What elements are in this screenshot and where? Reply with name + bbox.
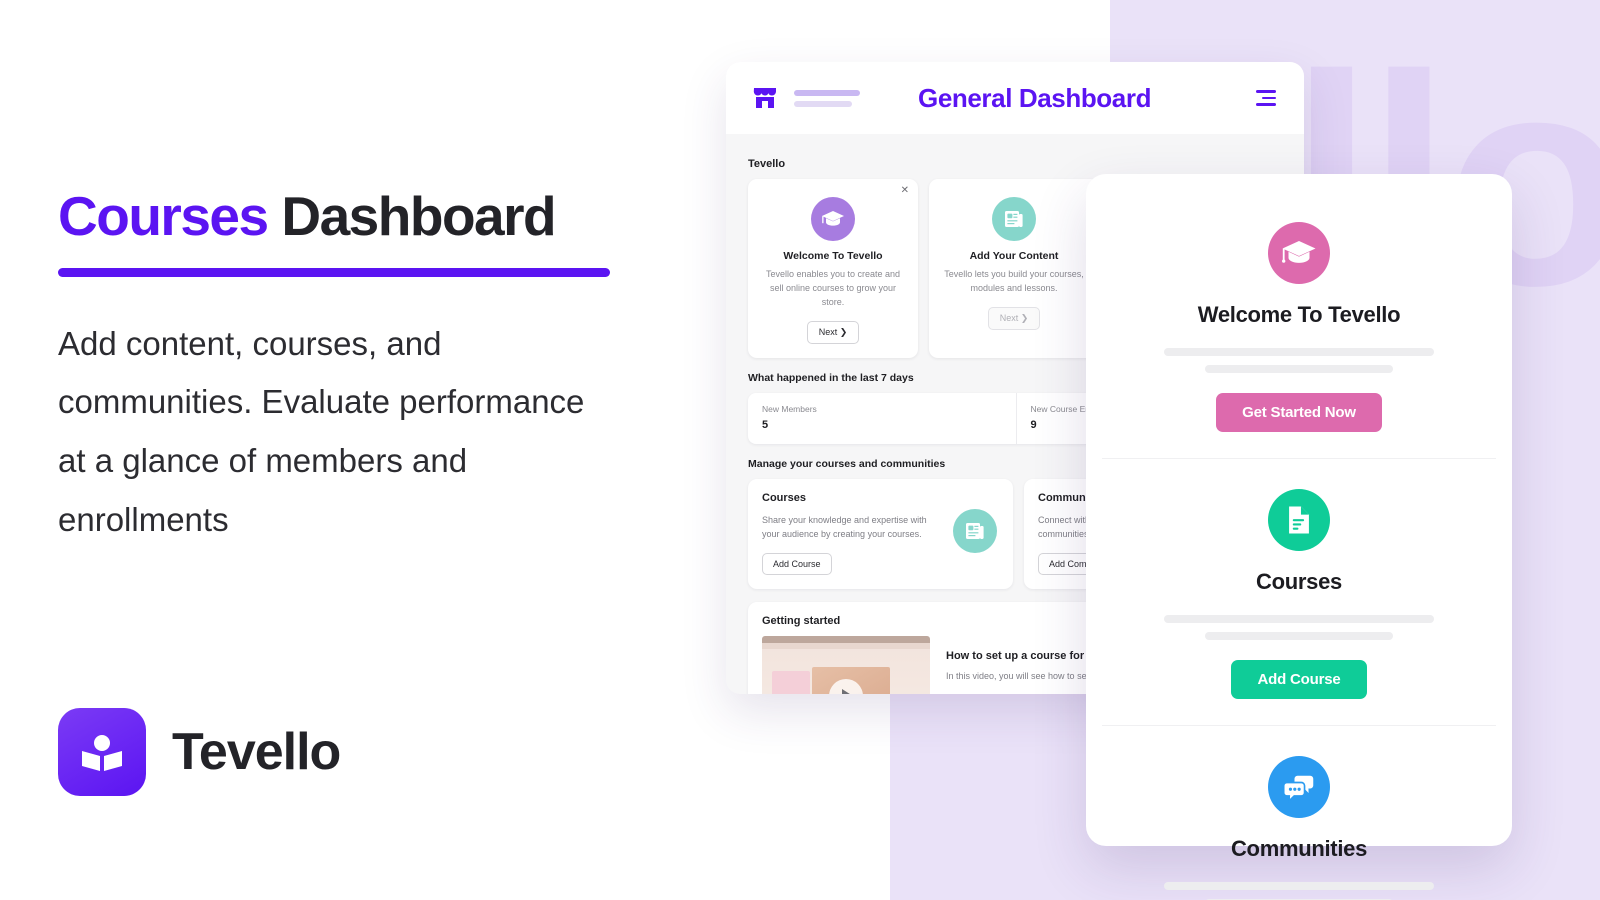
graduation-cap-glyph bbox=[1282, 241, 1316, 263]
brand-lockup: Tevello bbox=[58, 708, 341, 796]
mobile-card-welcome: Welcome To Tevello Get Started Now bbox=[1102, 192, 1496, 459]
dashboard-section-label: Tevello bbox=[748, 158, 786, 170]
manage-card-courses[interactable]: Courses Share your knowledge and experti… bbox=[748, 478, 1013, 589]
mobile-card-courses: Courses Add Course bbox=[1102, 459, 1496, 726]
add-course-button[interactable]: Add Course bbox=[762, 552, 832, 575]
placeholder-line bbox=[1164, 615, 1434, 623]
mobile-card-title: Courses bbox=[1256, 569, 1342, 594]
manage-card-title: Courses bbox=[762, 491, 807, 504]
page-title-accent: Courses bbox=[58, 185, 269, 247]
onboarding-card-title: Welcome To Tevello bbox=[783, 250, 883, 262]
browser-bar bbox=[762, 642, 930, 649]
onboarding-card[interactable]: Add Your Content Tevello lets you build … bbox=[929, 179, 1099, 358]
mobile-card-communities: Communities Add Comunity bbox=[1102, 726, 1496, 900]
onboarding-card-desc: Tevello enables you to create and sell o… bbox=[765, 269, 901, 307]
menu-icon[interactable] bbox=[1256, 90, 1276, 106]
dashboard-topbar: General Dashboard bbox=[726, 62, 1304, 134]
graduation-cap-icon bbox=[811, 197, 855, 241]
hero-section: Courses Dashboard Add content, courses, … bbox=[58, 185, 678, 550]
article-glyph bbox=[1005, 211, 1023, 227]
graduation-cap-icon bbox=[1268, 222, 1330, 284]
onboarding-card-desc: Tevello lets you build your courses, mod… bbox=[944, 269, 1084, 293]
chat-bubbles-icon bbox=[1268, 756, 1330, 818]
brand-name: Tevello bbox=[172, 723, 341, 781]
article-icon bbox=[992, 197, 1036, 241]
video-thumbnail[interactable] bbox=[762, 635, 930, 694]
document-icon bbox=[1268, 489, 1330, 551]
chat-bubbles-glyph bbox=[1282, 775, 1314, 803]
manage-card-desc: Share your knowledge and expertise with … bbox=[762, 514, 927, 540]
page-title: Courses Dashboard bbox=[58, 185, 678, 247]
stat-value: 5 bbox=[762, 418, 769, 431]
onboarding-next-button[interactable]: Next ❯ bbox=[806, 320, 860, 344]
hero-subtext: Add content, courses, and communities. E… bbox=[58, 324, 585, 538]
placeholder-line bbox=[1164, 882, 1434, 890]
mobile-card-title: Communities bbox=[1230, 836, 1368, 861]
onboarding-card-title: Add Your Content bbox=[969, 250, 1059, 262]
thumb-pink-panel bbox=[772, 670, 810, 694]
add-course-button[interactable]: Add Course bbox=[1231, 660, 1367, 699]
store-name-placeholder bbox=[794, 89, 860, 107]
stat-label: New Members bbox=[762, 403, 817, 414]
placeholder-line bbox=[1205, 365, 1393, 373]
get-started-now-button[interactable]: Get Started Now bbox=[1216, 393, 1382, 432]
stat-card: New Members 5 bbox=[748, 392, 1017, 444]
article-icon bbox=[953, 508, 997, 553]
page-title-rest: Dashboard bbox=[267, 185, 556, 247]
mobile-card-title: Welcome To Tevello bbox=[1197, 302, 1401, 327]
title-underline bbox=[58, 267, 610, 277]
placeholder-line bbox=[1164, 348, 1434, 356]
article-glyph bbox=[966, 522, 984, 539]
tevello-logo-mark bbox=[58, 708, 146, 796]
placeholder-line bbox=[1205, 632, 1393, 640]
mobile-preview-panel: Welcome To Tevello Get Started Now Cours… bbox=[1086, 174, 1512, 900]
dashboard-title: General Dashboard bbox=[918, 82, 1152, 113]
close-icon[interactable]: ✕ bbox=[901, 186, 909, 196]
onboarding-card[interactable]: ✕ Welcome To Tevello Tevello enables you… bbox=[748, 179, 918, 358]
onboarding-next-button[interactable]: Next ❯ bbox=[987, 306, 1041, 330]
open-book-person-icon bbox=[82, 735, 122, 771]
document-glyph bbox=[1289, 506, 1309, 534]
storefront-icon bbox=[753, 88, 776, 108]
graduation-cap-glyph bbox=[822, 211, 844, 226]
